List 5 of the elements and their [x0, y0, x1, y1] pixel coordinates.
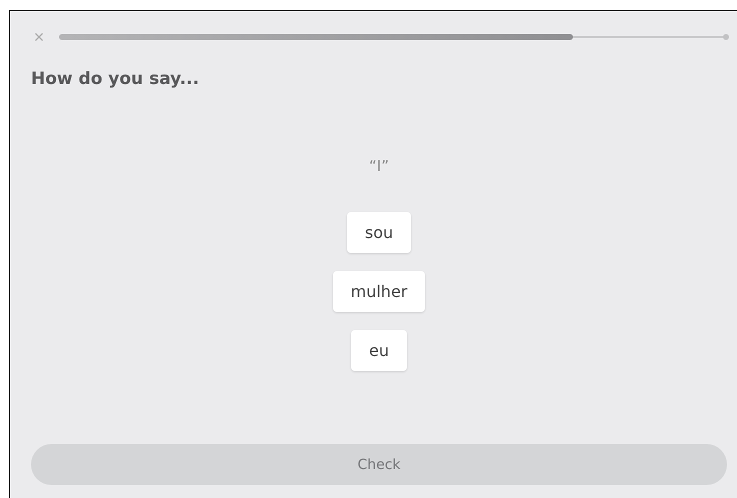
question-heading: How do you say... — [31, 69, 200, 89]
word-option[interactable]: sou — [346, 212, 412, 253]
word-option[interactable]: mulher — [332, 271, 426, 312]
prompt-text: “I” — [369, 157, 389, 175]
word-option[interactable]: eu — [351, 330, 407, 371]
